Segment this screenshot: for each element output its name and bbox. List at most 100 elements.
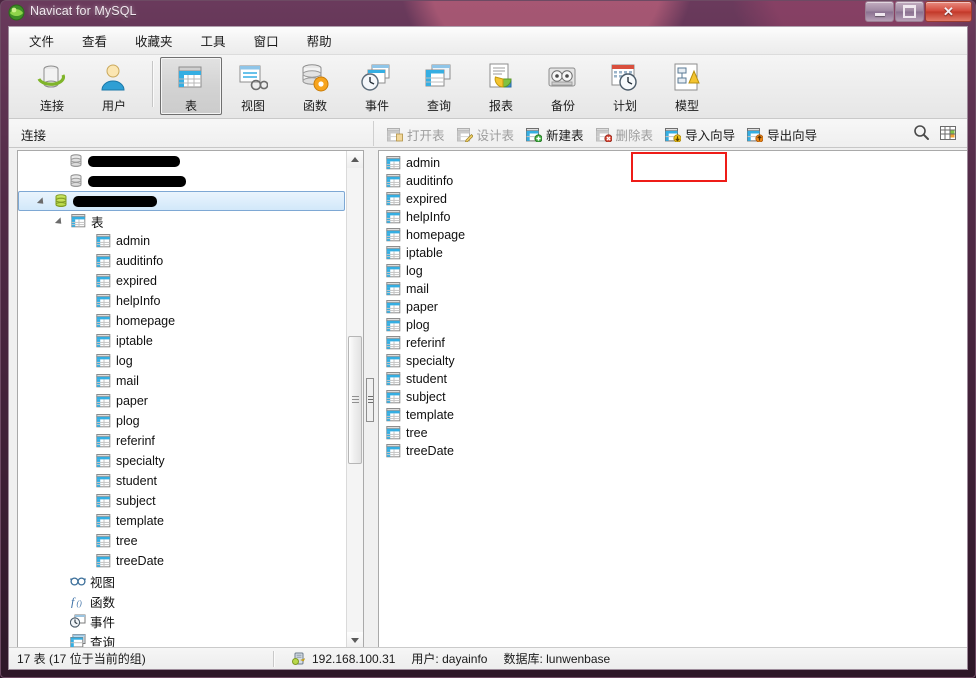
restore-icon: [903, 5, 916, 18]
list-item[interactable]: homepage: [379, 226, 967, 244]
tree-node-student[interactable]: student: [18, 471, 347, 491]
list-item[interactable]: treeDate: [379, 442, 967, 460]
menu-view[interactable]: 查看: [68, 27, 121, 54]
tree-node-helpInfo[interactable]: helpInfo: [18, 291, 347, 311]
tree-node-mail[interactable]: mail: [18, 371, 347, 391]
tree-node-template[interactable]: template: [18, 511, 347, 531]
redacted-name-block: [88, 155, 180, 167]
toolbar-button-view[interactable]: 视图: [222, 57, 284, 115]
tree-node-label: log: [116, 354, 133, 368]
expander-triangle-icon[interactable]: [56, 216, 67, 227]
list-item[interactable]: expired: [379, 190, 967, 208]
list-item[interactable]: iptable: [379, 244, 967, 262]
close-icon: ✕: [943, 4, 954, 19]
tree-node-redacted[interactable]: [18, 151, 347, 171]
tree-node-homepage[interactable]: homepage: [18, 311, 347, 331]
menu-help[interactable]: 帮助: [293, 27, 346, 54]
tree-node-plog[interactable]: plog: [18, 411, 347, 431]
toolbar-button-query[interactable]: 查询: [408, 57, 470, 115]
table-icon-small: [96, 474, 112, 488]
list-item[interactable]: referinf: [379, 334, 967, 352]
menu-favorites[interactable]: 收藏夹: [121, 27, 187, 54]
svg-text:(): (): [77, 599, 83, 608]
table-icon: [174, 61, 208, 95]
list-item-label: treeDate: [406, 444, 454, 458]
tree-node-tree[interactable]: tree: [18, 531, 347, 551]
tree-node-函数[interactable]: f() 函数: [18, 591, 347, 611]
status-host: 192.168.100.31: [284, 649, 403, 669]
expander-triangle-icon[interactable]: [38, 196, 49, 207]
navicat-logo-icon: [8, 4, 25, 21]
tree-vertical-scrollbar[interactable]: [346, 151, 363, 649]
tree-node-redacted[interactable]: [18, 191, 345, 211]
table-icon-small: [96, 234, 112, 248]
list-item[interactable]: log: [379, 262, 967, 280]
event-icon: [360, 61, 394, 95]
toolbar-button-table[interactable]: 表: [160, 57, 222, 115]
action-export-wizard[interactable]: 导出向导: [741, 123, 823, 146]
list-item[interactable]: student: [379, 370, 967, 388]
pane-splitter[interactable]: [364, 150, 374, 650]
tree-node-subject[interactable]: subject: [18, 491, 347, 511]
tree-node-specialty[interactable]: specialty: [18, 451, 347, 471]
toolbar-button-schedule[interactable]: 计划: [594, 57, 656, 115]
restore-button[interactable]: [895, 1, 924, 22]
status-divider-1: [273, 650, 274, 667]
menu-tools[interactable]: 工具: [187, 27, 240, 54]
table-icon-small: [386, 210, 402, 224]
model-icon: [670, 61, 704, 95]
views-icon: [70, 574, 86, 588]
tree-node-label: student: [116, 474, 158, 488]
list-item[interactable]: admin: [379, 154, 967, 172]
list-item[interactable]: mail: [379, 280, 967, 298]
table-icon-small: [96, 494, 112, 508]
close-button[interactable]: ✕: [925, 1, 972, 22]
toolbar-button-function[interactable]: 函数: [284, 57, 346, 115]
tree-node-paper[interactable]: paper: [18, 391, 347, 411]
list-item[interactable]: subject: [379, 388, 967, 406]
tree-node-referinf[interactable]: referinf: [18, 431, 347, 451]
action-new-table[interactable]: 新建表: [520, 123, 590, 146]
tree-node-admin[interactable]: admin: [18, 231, 347, 251]
tree-node-treeDate[interactable]: treeDate: [18, 551, 347, 571]
toolbar-button-connection[interactable]: 连接: [21, 57, 83, 115]
list-item[interactable]: tree: [379, 424, 967, 442]
action-label: 导出向导: [767, 129, 818, 143]
tree-node-redacted[interactable]: [18, 171, 347, 191]
toolbar-button-model[interactable]: 模型: [656, 57, 718, 115]
action-label: 导入向导: [685, 129, 736, 143]
toolbar-button-user[interactable]: 用户: [83, 57, 145, 115]
tables-list-pane: admin auditinfo expired helpInfo homepage ipt…: [378, 150, 967, 650]
redacted-name-block: [73, 195, 157, 207]
menu-window[interactable]: 窗口: [240, 27, 293, 54]
menu-file[interactable]: 文件: [15, 27, 68, 54]
database-gray-icon: [68, 174, 84, 188]
tree-node-视图[interactable]: 视图: [18, 571, 347, 591]
toolbar-button-label: 报表: [488, 99, 513, 113]
tree-node-iptable[interactable]: iptable: [18, 331, 347, 351]
list-item[interactable]: template: [379, 406, 967, 424]
toolbar-button-event[interactable]: 事件: [346, 57, 408, 115]
grid-view-icon[interactable]: [940, 125, 957, 141]
search-icon[interactable]: [913, 124, 930, 141]
list-item[interactable]: specialty: [379, 352, 967, 370]
action-import-wizard[interactable]: 导入向导: [659, 123, 741, 146]
list-item[interactable]: auditinfo: [379, 172, 967, 190]
list-item[interactable]: paper: [379, 298, 967, 316]
tree-node-表[interactable]: 表: [18, 211, 347, 231]
scroll-up-arrow[interactable]: [347, 151, 363, 168]
toolbar-button-report[interactable]: 报表: [470, 57, 532, 115]
list-item[interactable]: plog: [379, 316, 967, 334]
import-wizard-icon: [665, 127, 682, 142]
scrollbar-thumb[interactable]: [348, 336, 362, 464]
tree-node-label: iptable: [116, 334, 153, 348]
list-item[interactable]: helpInfo: [379, 208, 967, 226]
tree-node-事件[interactable]: 事件: [18, 611, 347, 631]
toolbar-button-backup[interactable]: 备份: [532, 57, 594, 115]
tree-node-log[interactable]: log: [18, 351, 347, 371]
tree-node-label: mail: [116, 374, 139, 388]
tree-node-expired[interactable]: expired: [18, 271, 347, 291]
tree-node-auditinfo[interactable]: auditinfo: [18, 251, 347, 271]
table-icon-small: [386, 228, 402, 242]
minimize-button[interactable]: [865, 1, 894, 22]
